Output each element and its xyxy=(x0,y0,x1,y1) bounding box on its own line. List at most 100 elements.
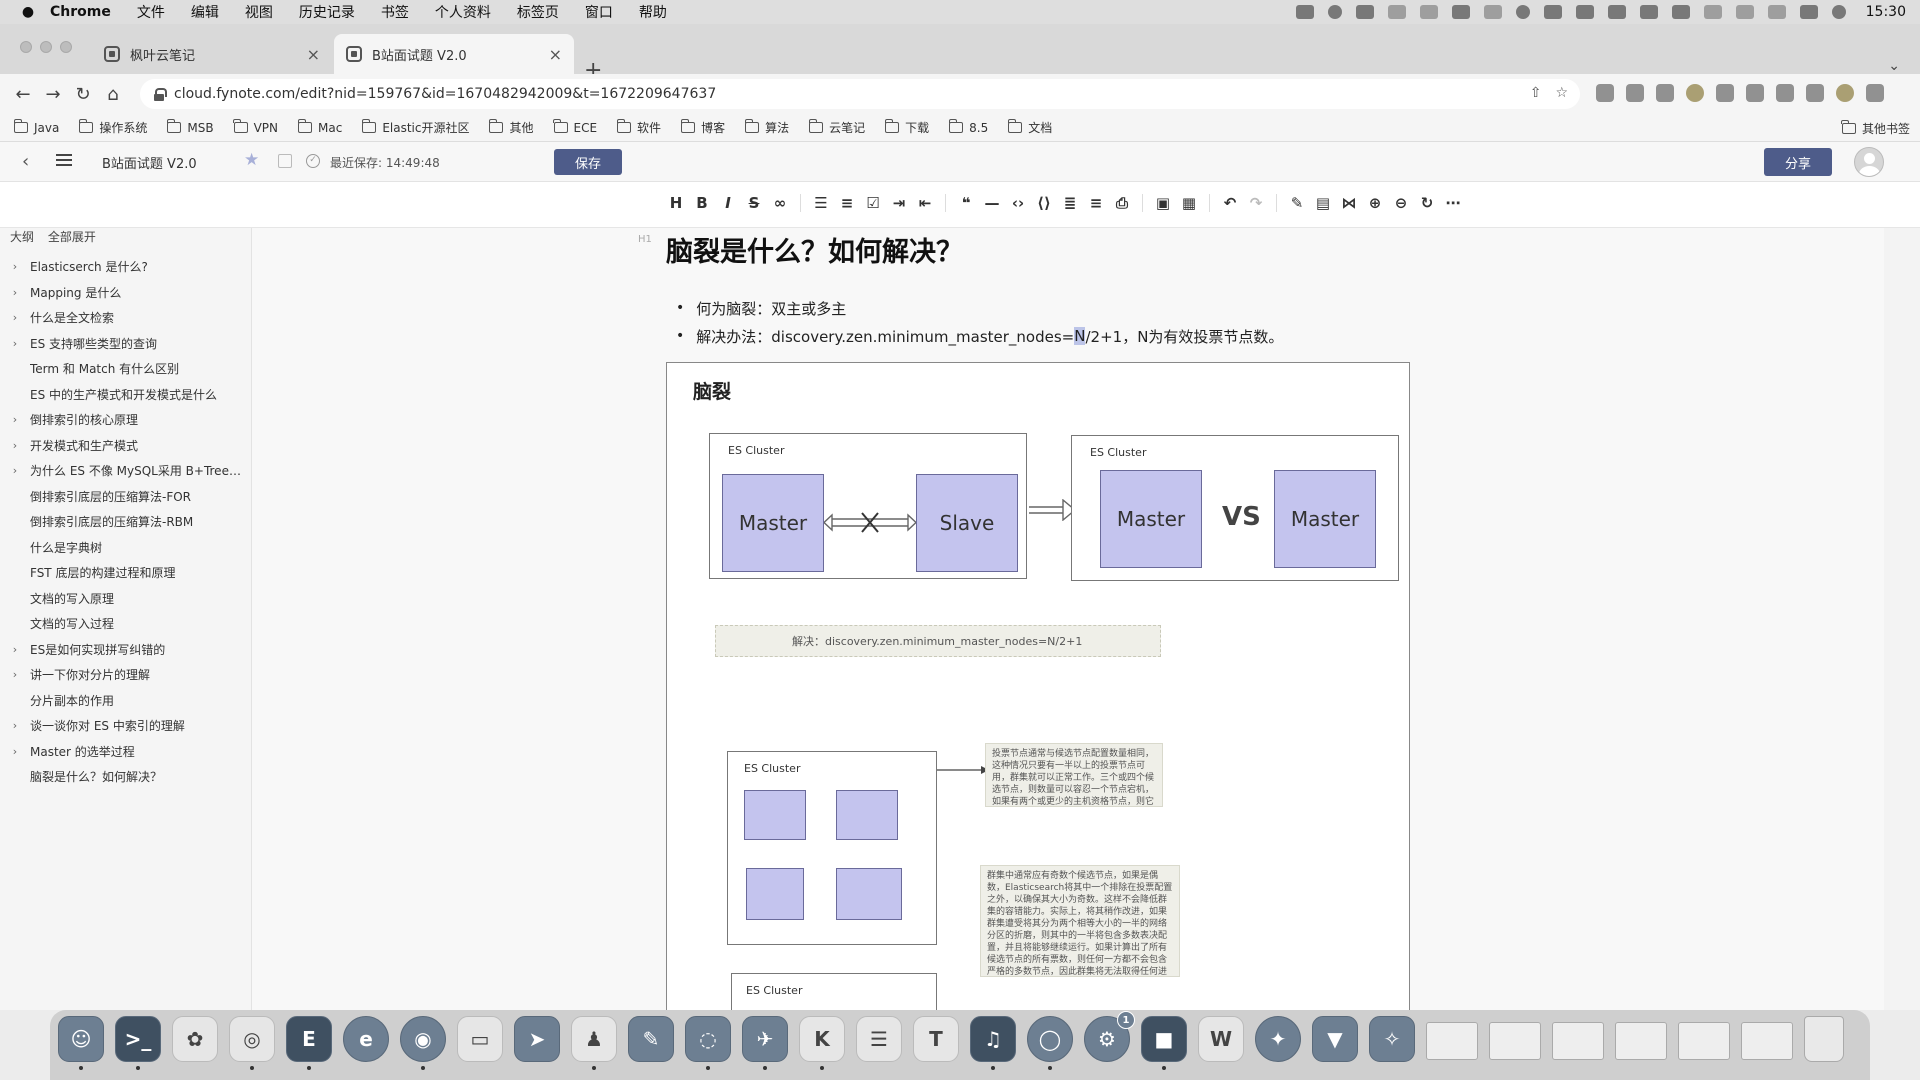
terminal-icon[interactable]: >_ xyxy=(115,1016,161,1070)
print-icon[interactable]: ⎙ xyxy=(1114,194,1130,212)
expand-all-button[interactable]: 全部展开 xyxy=(48,230,96,244)
bookmark-folder[interactable]: ECE xyxy=(553,119,597,135)
code-block-icon[interactable]: ⟨⟩ xyxy=(1036,194,1052,212)
home-icon[interactable]: ⌂ xyxy=(98,84,128,105)
outline-item[interactable]: › Master 的选举过程 xyxy=(0,739,252,765)
tray-app-icon[interactable] xyxy=(1483,5,1502,19)
user-avatar[interactable] xyxy=(1854,147,1884,177)
extension-icon[interactable] xyxy=(1746,84,1764,102)
back-chevron-icon[interactable]: ‹ xyxy=(22,151,29,172)
battery-icon[interactable] xyxy=(1543,5,1562,19)
minimized-window[interactable] xyxy=(1426,1022,1478,1060)
minimize-window-button[interactable] xyxy=(40,41,52,53)
profile-avatar-icon[interactable] xyxy=(1836,84,1854,102)
finder-icon[interactable]: ☺ xyxy=(58,1016,104,1070)
bullet-item[interactable]: 解决办法：discovery.zen.minimum_master_nodes=… xyxy=(676,322,1283,350)
url-text[interactable]: cloud.fynote.com/edit?nid=159767&id=1670… xyxy=(174,86,716,102)
mindmap-icon[interactable]: ⋈ xyxy=(1341,194,1357,212)
minimized-window[interactable] xyxy=(1741,1022,1793,1060)
close-icon[interactable]: × xyxy=(549,45,562,64)
bullet-list-icon[interactable]: ☰ xyxy=(813,194,829,212)
outline-item[interactable]: › 开发模式和生产模式 xyxy=(0,433,252,459)
extension-icon[interactable] xyxy=(1656,84,1674,102)
bookmark-folder[interactable]: 其他 xyxy=(488,119,534,136)
bookmark-folder[interactable]: 文档 xyxy=(1007,119,1052,136)
system-preferences-icon[interactable]: ⚙ 1 xyxy=(1084,1011,1135,1062)
tray-app-icon[interactable] xyxy=(1575,5,1594,19)
bluetooth-icon[interactable] xyxy=(1703,5,1722,19)
bookmark-folder[interactable]: Elastic开源社区 xyxy=(361,119,469,136)
chevron-right-icon[interactable]: › xyxy=(0,464,30,477)
align-icon[interactable]: ≣ xyxy=(1062,194,1078,212)
outline-item[interactable]: › Mapping 是什么 xyxy=(0,280,252,306)
chrome-icon[interactable]: ◉ xyxy=(400,1016,446,1070)
bookmark-folder[interactable]: 操作系统 xyxy=(78,119,147,136)
outline-item[interactable]: › ES 支持哪些类型的查询 xyxy=(0,331,252,357)
horizontal-rule-icon[interactable]: — xyxy=(984,194,1000,212)
menu-view[interactable]: 视图 xyxy=(245,2,273,22)
editor-canvas[interactable]: H1 脑裂是什么？如何解决？ 何为脑裂：双主或多主 解决办法：discovery… xyxy=(252,228,1884,1010)
outline-item[interactable]: 什么是字典树 xyxy=(0,535,252,561)
chevron-right-icon[interactable]: › xyxy=(0,745,30,758)
checklist-icon[interactable]: ☑ xyxy=(865,194,881,212)
refresh-icon[interactable]: ↻ xyxy=(1419,194,1435,212)
close-window-button[interactable] xyxy=(20,41,32,53)
app-name[interactable]: Chrome xyxy=(50,4,111,20)
wechat-tray-icon[interactable] xyxy=(1327,5,1342,19)
reminders-icon[interactable]: ☰ xyxy=(856,1016,902,1062)
app-icon[interactable]: K xyxy=(799,1016,845,1070)
app-icon[interactable]: ✈ xyxy=(742,1016,788,1070)
bullet-item[interactable]: 何为脑裂：双主或多主 xyxy=(676,294,1283,322)
back-arrow-icon[interactable]: ← xyxy=(8,84,38,105)
close-icon[interactable]: × xyxy=(307,45,320,64)
tray-app-icon[interactable] xyxy=(1295,5,1314,19)
control-center-icon[interactable] xyxy=(1799,5,1818,19)
bookmark-8-5[interactable]: 8.5 xyxy=(948,119,988,135)
bookmark-folder[interactable]: Java xyxy=(13,119,59,135)
image-icon[interactable]: ▣ xyxy=(1155,194,1171,212)
siri-icon[interactable] xyxy=(1831,5,1846,19)
outline-item[interactable]: 倒排索引底层的压缩算法-FOR xyxy=(0,484,252,510)
minimized-window[interactable] xyxy=(1678,1022,1730,1060)
tray-app-icon[interactable] xyxy=(1451,5,1470,19)
wechat-icon[interactable]: ◌ xyxy=(685,1016,731,1070)
quote-icon[interactable]: ❝ xyxy=(958,194,974,212)
elastic-app-icon[interactable]: E xyxy=(286,1016,332,1070)
extension-icon[interactable] xyxy=(1686,84,1704,102)
tray-app-icon[interactable] xyxy=(1387,5,1406,19)
search-icon[interactable] xyxy=(1515,5,1530,19)
side-panel-icon[interactable] xyxy=(1806,84,1824,102)
app-icon[interactable]: ▼ xyxy=(1312,1016,1358,1062)
trash-icon[interactable] xyxy=(1804,1016,1844,1062)
text-format-icon[interactable]: ≡ xyxy=(1088,194,1104,212)
wifi-icon[interactable] xyxy=(1735,5,1754,19)
edge-browser-icon[interactable]: e xyxy=(343,1016,389,1062)
outline-item[interactable]: 脑裂是什么？如何解决？ xyxy=(0,764,252,790)
page-heading[interactable]: 脑裂是什么？如何解决？ xyxy=(666,230,963,269)
outline-item[interactable]: 分片副本的作用 xyxy=(0,688,252,714)
minimized-window[interactable] xyxy=(1615,1022,1667,1060)
chevron-right-icon[interactable]: › xyxy=(0,413,30,426)
chevron-right-icon[interactable]: › xyxy=(0,286,30,299)
hamburger-menu-icon[interactable] xyxy=(56,154,72,166)
tray-app-icon[interactable] xyxy=(1671,5,1690,19)
note-icon[interactable]: ▤ xyxy=(1315,194,1331,212)
split-brain-diagram[interactable]: 脑裂 ES Cluster Master Slave ES Cluster Ma… xyxy=(666,362,1410,1010)
scrollbar[interactable] xyxy=(1884,228,1920,1010)
app-icon[interactable]: ▭ xyxy=(457,1016,503,1062)
menu-window[interactable]: 窗口 xyxy=(585,2,613,22)
address-bar[interactable]: cloud.fynote.com/edit?nid=159767&id=1670… xyxy=(140,79,1580,109)
app-icon[interactable]: ◎ xyxy=(229,1016,275,1070)
app-icon[interactable]: ✿ xyxy=(172,1016,218,1062)
numbered-list-icon[interactable]: ≡ xyxy=(839,194,855,212)
note-title[interactable]: B站面试题 V2.0 xyxy=(102,153,197,172)
lock-icon[interactable] xyxy=(154,88,167,101)
chevron-right-icon[interactable]: › xyxy=(0,311,30,324)
redo-icon[interactable]: ↷ xyxy=(1248,194,1264,212)
tray-app-icon[interactable] xyxy=(1355,5,1374,19)
outline-item[interactable]: › 倒排索引的核心原理 xyxy=(0,407,252,433)
menu-help[interactable]: 帮助 xyxy=(639,2,667,22)
text-selection[interactable]: N xyxy=(1074,327,1086,345)
bookmark-folder[interactable]: 软件 xyxy=(616,119,661,136)
app-icon[interactable]: ◯ xyxy=(1027,1016,1073,1070)
